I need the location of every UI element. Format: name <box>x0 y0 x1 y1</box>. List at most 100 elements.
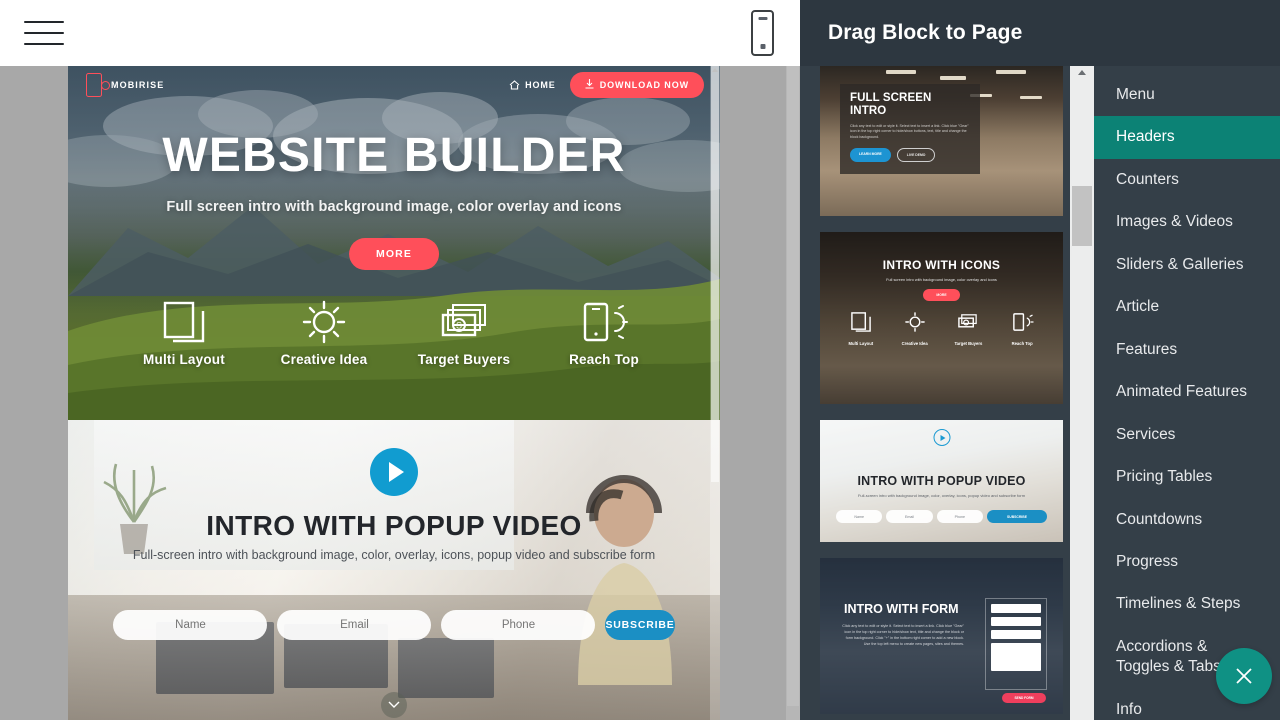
download-icon <box>585 79 594 91</box>
category-menu[interactable]: Menu <box>1094 74 1280 116</box>
block-thumbnail-list: FULL SCREEN INTRO Click any text to edit… <box>800 66 1070 720</box>
thumb-field-phone[interactable] <box>991 630 1041 639</box>
feature-creative-idea[interactable]: Creative Idea <box>266 298 382 367</box>
mobile-preview-icon[interactable] <box>751 10 774 56</box>
mobirise-builder-window: MOBIRISE HOME <box>0 0 1280 720</box>
thumb-field-message[interactable] <box>991 643 1041 671</box>
category-timelines-steps[interactable]: Timelines & Steps <box>1094 583 1280 625</box>
subscribe-form: SUBSCRIBE <box>68 610 720 640</box>
thumb-field[interactable]: Name <box>836 510 882 523</box>
feature-label: Target Buyers <box>406 352 522 367</box>
scrollbar-thumb[interactable] <box>711 66 719 482</box>
phone-signal-icon <box>546 298 662 346</box>
block-thumb-intro-with-form[interactable]: INTRO WITH FORM Click any text to edit o… <box>820 558 1063 714</box>
thumb-more-button[interactable]: MORE <box>923 289 959 301</box>
thumb-content: INTRO WITH ICONS Full screen intro with … <box>820 232 1063 404</box>
scroll-down-icon[interactable] <box>381 692 407 718</box>
block-thumb-intro-with-icons[interactable]: INTRO WITH ICONS Full screen intro with … <box>820 232 1063 404</box>
block-library-panel: Drag Block to Page FULL SCREEN INTRO Cli <box>800 0 1280 720</box>
scrollbar-thumb[interactable] <box>1072 186 1092 246</box>
hero-more-button[interactable]: MORE <box>349 238 439 270</box>
editor-toolbar <box>0 0 800 66</box>
thumb-body: Click any text to edit or style it. Sele… <box>842 624 964 648</box>
panel-header: Drag Block to Page <box>800 0 1280 66</box>
play-icon[interactable] <box>370 448 418 496</box>
thumb-field[interactable]: Email <box>886 510 932 523</box>
block-intro-with-popup-video[interactable]: INTRO WITH POPUP VIDEO Full-screen intro… <box>68 420 720 720</box>
mobirise-logo-icon <box>86 73 102 97</box>
brand[interactable]: MOBIRISE <box>86 73 164 97</box>
hero-title: WEBSITE BUILDER <box>68 132 720 180</box>
hero-subtitle: Full screen intro with background image,… <box>68 199 720 215</box>
thumb-field-email[interactable] <box>991 617 1041 626</box>
name-input[interactable] <box>113 610 267 640</box>
thumb-primary-button[interactable]: LEARN MORE <box>850 148 891 162</box>
thumb-field[interactable]: Phone <box>937 510 983 523</box>
thumb-body: Click any text to edit or style it. Sele… <box>850 124 970 141</box>
video-block-title: INTRO WITH POPUP VIDEO <box>68 510 720 542</box>
feature-multi-layout[interactable]: Multi Layout <box>126 298 242 367</box>
page-preview-frame[interactable]: MOBIRISE HOME <box>68 66 720 720</box>
nav-home-link[interactable]: HOME <box>509 80 556 90</box>
person-decoration <box>540 455 700 685</box>
scrollbar-thumb[interactable] <box>787 66 799 706</box>
category-features[interactable]: Features <box>1094 329 1280 371</box>
svg-text:S: S <box>456 321 462 331</box>
thumb-feature: Creative Idea <box>890 311 940 346</box>
category-images-videos[interactable]: Images & Videos <box>1094 201 1280 243</box>
thumb-feature-label: Multi Layout <box>836 341 886 346</box>
layers-icon <box>126 298 242 346</box>
category-article[interactable]: Article <box>1094 286 1280 328</box>
thumb-feature: Target Buyers <box>943 311 993 346</box>
feature-label: Reach Top <box>546 352 662 367</box>
feature-label: Creative Idea <box>266 352 382 367</box>
thumb-body: Full screen intro with background image,… <box>820 277 1063 282</box>
scroll-up-arrow-icon[interactable] <box>1078 70 1086 75</box>
feature-reach-top[interactable]: Reach Top <box>546 298 662 367</box>
panel-title: Drag Block to Page <box>828 21 1022 45</box>
sun-icon <box>266 298 382 346</box>
download-now-button[interactable]: DOWNLOAD NOW <box>570 72 704 98</box>
block-list-scrollbar[interactable] <box>1070 66 1094 720</box>
play-icon[interactable] <box>933 429 950 446</box>
panel-body: FULL SCREEN INTRO Click any text to edit… <box>800 66 1280 720</box>
close-icon[interactable] <box>1216 648 1272 704</box>
navbar-actions: HOME DOWNLOAD NOW <box>509 72 704 98</box>
feature-label: Multi Layout <box>126 352 242 367</box>
block-thumb-full-screen-intro[interactable]: FULL SCREEN INTRO Click any text to edit… <box>820 66 1063 216</box>
home-icon <box>509 80 520 90</box>
canvas-scrollbar[interactable] <box>786 66 800 720</box>
plant-decoration <box>90 442 178 562</box>
category-list: Menu Headers Counters Images & Videos Sl… <box>1094 66 1280 720</box>
thumb-icon-row: Multi Layout Creative Idea Target Buyers <box>820 301 1063 346</box>
thumb-field-name[interactable] <box>991 604 1041 613</box>
category-headers[interactable]: Headers <box>1094 116 1280 158</box>
thumb-submit-button[interactable]: SUBSCRIBE <box>987 510 1047 523</box>
category-counters[interactable]: Counters <box>1094 159 1280 201</box>
block-website-builder-hero[interactable]: MOBIRISE HOME <box>68 66 720 420</box>
thumb-body: Full-screen intro with background image,… <box>820 493 1063 498</box>
brand-name: MOBIRISE <box>111 80 164 90</box>
email-input[interactable] <box>277 610 431 640</box>
category-animated-features[interactable]: Animated Features <box>1094 371 1280 413</box>
category-sliders-galleries[interactable]: Sliders & Galleries <box>1094 244 1280 286</box>
block-thumb-intro-with-popup-video[interactable]: INTRO WITH POPUP VIDEO Full-screen intro… <box>820 420 1063 542</box>
thumb-title: INTRO WITH ICONS <box>820 258 1063 272</box>
thumb-form: SEND FORM <box>985 598 1047 690</box>
subscribe-button[interactable]: SUBSCRIBE <box>605 610 674 640</box>
hamburger-icon[interactable] <box>24 18 64 48</box>
monitor-decoration <box>398 638 494 698</box>
thumb-send-form-button[interactable]: SEND FORM <box>1002 693 1046 703</box>
thumb-secondary-button[interactable]: LIVE DEMO <box>897 148 936 162</box>
category-countdowns[interactable]: Countdowns <box>1094 499 1280 541</box>
category-services[interactable]: Services <box>1094 414 1280 456</box>
thumb-feature-label: Reach Top <box>997 341 1047 346</box>
feature-target-buyers[interactable]: S Target Buyers <box>406 298 522 367</box>
preview-site-navbar: MOBIRISE HOME <box>68 66 720 104</box>
category-pricing-tables[interactable]: Pricing Tables <box>1094 456 1280 498</box>
money-icon: S <box>406 298 522 346</box>
phone-input[interactable] <box>441 610 595 640</box>
thumb-feature-label: Creative Idea <box>890 341 940 346</box>
canvas-viewport: MOBIRISE HOME <box>0 66 800 720</box>
category-progress[interactable]: Progress <box>1094 541 1280 583</box>
